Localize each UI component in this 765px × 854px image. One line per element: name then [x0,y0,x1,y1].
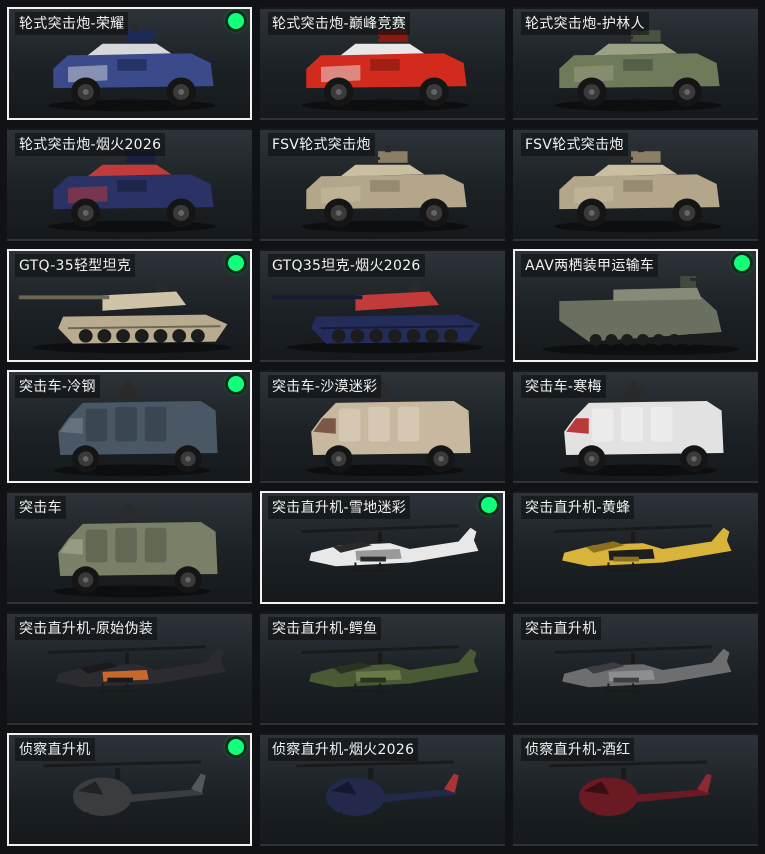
vehicle-skin-card[interactable]: 突击车-冷钢 [7,370,252,483]
vehicle-skin-card[interactable]: 突击车 [7,491,252,604]
vehicle-skin-card[interactable]: 侦察直升机-烟火2026 [260,733,505,846]
vehicle-skin-label: 侦察直升机 [15,738,95,761]
vehicle-skin-label: 突击直升机-雪地迷彩 [268,496,411,519]
vehicle-skin-card[interactable]: GTQ-35轻型坦克 [7,249,252,362]
vehicle-skin-label: 轮式突击炮-护林人 [521,12,649,35]
vehicle-skin-card[interactable]: 侦察直升机-酒红 [513,733,758,846]
vehicle-skin-card[interactable]: 突击直升机-雪地迷彩 [260,491,505,604]
vehicle-skin-label: 突击直升机-原始伪装 [15,617,158,640]
vehicle-skin-label: 突击车-冷钢 [15,375,100,398]
vehicle-skin-card[interactable]: 突击直升机-鳄鱼 [260,612,505,725]
vehicle-skin-label: 突击车 [15,496,66,519]
vehicle-skin-card[interactable]: 突击直升机 [513,612,758,725]
equipped-indicator-icon [228,13,244,29]
vehicle-skin-label: 侦察直升机-酒红 [521,738,635,761]
equipped-indicator-icon [228,255,244,271]
vehicle-skin-label: 突击直升机 [521,617,601,640]
vehicle-skin-label: 轮式突击炮-荣耀 [15,12,129,35]
vehicle-skin-label: 轮式突击炮-烟火2026 [15,133,166,156]
vehicle-skin-label: 突击直升机-黄蜂 [521,496,635,519]
vehicle-skin-card[interactable]: 轮式突击炮-护林人 [513,7,758,120]
vehicle-skin-label: 突击车-沙漠迷彩 [268,375,382,398]
vehicle-skin-label: AAV两栖装甲运输车 [521,254,659,277]
vehicle-skin-label: GTQ35坦克-烟火2026 [268,254,425,277]
vehicle-skin-card[interactable]: AAV两栖装甲运输车 [513,249,758,362]
vehicle-skin-card[interactable]: GTQ35坦克-烟火2026 [260,249,505,362]
vehicle-skin-card[interactable]: 突击直升机-黄蜂 [513,491,758,604]
equipped-indicator-icon [228,739,244,755]
vehicle-skin-label: GTQ-35轻型坦克 [15,254,136,277]
equipped-indicator-icon [228,376,244,392]
vehicle-skin-card[interactable]: 轮式突击炮-烟火2026 [7,128,252,241]
equipped-indicator-icon [734,255,750,271]
vehicle-skin-label: FSV轮式突击炮 [521,133,628,156]
vehicle-skin-card[interactable]: 突击车-沙漠迷彩 [260,370,505,483]
vehicle-skin-card[interactable]: 侦察直升机 [7,733,252,846]
vehicle-skin-card[interactable]: 突击车-寒梅 [513,370,758,483]
vehicle-skin-card[interactable]: FSV轮式突击炮 [513,128,758,241]
vehicle-skin-label: 突击直升机-鳄鱼 [268,617,382,640]
vehicle-skin-card[interactable]: 轮式突击炮-荣耀 [7,7,252,120]
vehicle-skin-label: 突击车-寒梅 [521,375,606,398]
vehicle-skin-card[interactable]: 轮式突击炮-巅峰竞赛 [260,7,505,120]
vehicle-skin-label: 轮式突击炮-巅峰竞赛 [268,12,411,35]
vehicle-skin-label: FSV轮式突击炮 [268,133,375,156]
equipped-indicator-icon [481,497,497,513]
vehicle-skin-card[interactable]: FSV轮式突击炮 [260,128,505,241]
vehicle-skin-label: 侦察直升机-烟火2026 [268,738,419,761]
vehicle-skin-card[interactable]: 突击直升机-原始伪装 [7,612,252,725]
vehicle-skin-grid: 轮式突击炮-荣耀 轮式突击炮-巅峰竞赛 轮式突击炮-护林人轮式突击炮-烟火2026 F… [7,7,758,846]
